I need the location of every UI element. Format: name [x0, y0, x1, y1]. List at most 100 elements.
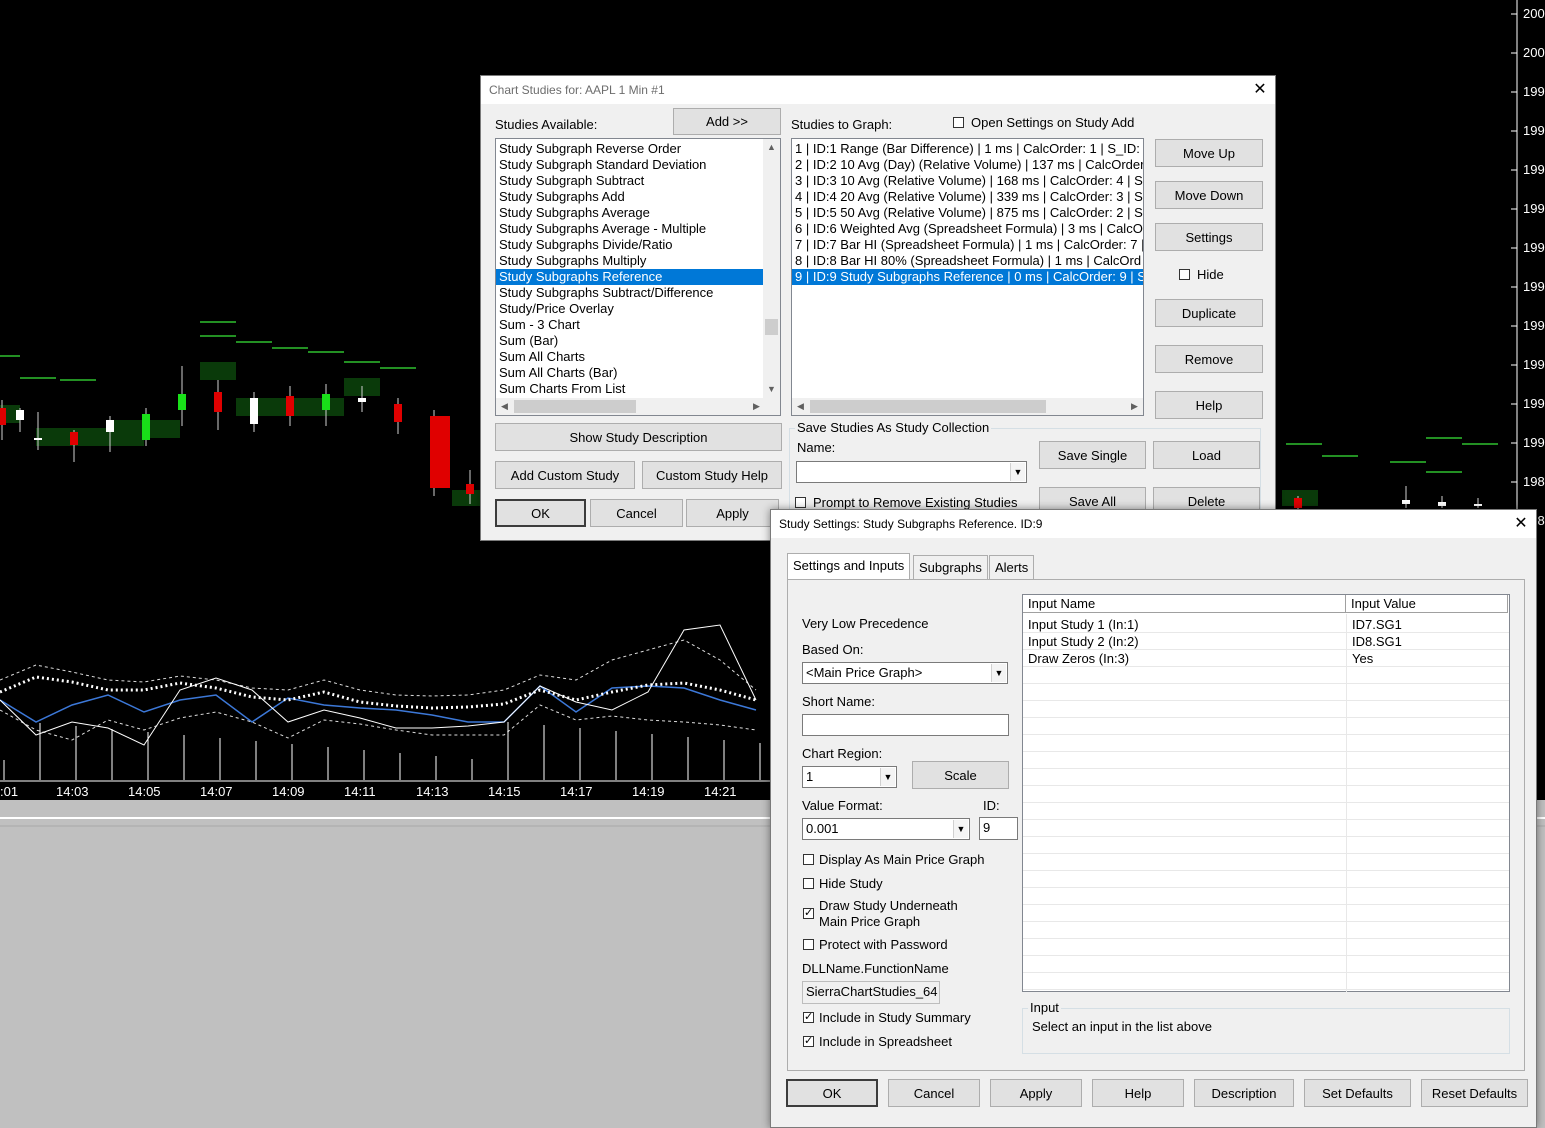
list-item[interactable]: Sum Charts From List — [496, 381, 764, 397]
help-button[interactable]: Help — [1155, 391, 1263, 419]
set-defaults-button[interactable]: Set Defaults — [1304, 1079, 1411, 1107]
display-as-main-checkbox[interactable] — [803, 854, 814, 865]
save-single-button[interactable]: Save Single — [1039, 441, 1146, 469]
dll-label: DLLName.FunctionName — [802, 961, 949, 976]
studies-to-graph-hscroll[interactable]: ◀ ▶ — [792, 398, 1143, 415]
list-item[interactable]: Study Subgraphs Reference — [496, 269, 764, 285]
chart-region-combo[interactable]: 1 ▼ — [802, 766, 897, 788]
settings-button[interactable]: Settings — [1155, 223, 1263, 251]
list-item[interactable]: 4 | ID:4 20 Avg (Relative Volume) | 339 … — [792, 189, 1143, 205]
list-item[interactable]: Study Subgraph Subtract — [496, 173, 764, 189]
collection-name-combo[interactable]: ▼ — [796, 461, 1027, 483]
list-item[interactable]: 6 | ID:6 Weighted Avg (Spreadsheet Formu… — [792, 221, 1143, 237]
include-summary-checkbox[interactable]: ✓ — [803, 1012, 814, 1023]
list-item[interactable]: Study Subgraphs Average — [496, 205, 764, 221]
scale-button[interactable]: Scale — [912, 761, 1009, 789]
scroll-up-icon[interactable]: ▲ — [763, 139, 780, 156]
apply-button[interactable]: Apply — [990, 1079, 1082, 1107]
list-item[interactable]: 8 | ID:8 Bar HI 80% (Spreadsheet Formula… — [792, 253, 1143, 269]
cancel-button[interactable]: Cancel — [590, 499, 683, 527]
list-item[interactable]: Study/Price Overlay — [496, 301, 764, 317]
move-up-button[interactable]: Move Up — [1155, 139, 1263, 167]
prompt-remove-label: Prompt to Remove Existing Studies — [813, 495, 1018, 510]
id-field[interactable]: 9 — [979, 817, 1018, 840]
column-header-input-value[interactable]: Input Value — [1346, 595, 1508, 613]
chevron-down-icon[interactable]: ▼ — [880, 768, 895, 786]
chevron-down-icon[interactable]: ▼ — [1010, 463, 1025, 481]
price-tick-label: 199 — [1523, 357, 1545, 372]
list-item[interactable]: Study Subgraph Reverse Order — [496, 141, 764, 157]
cancel-button[interactable]: Cancel — [888, 1079, 980, 1107]
input-name-cell[interactable]: Draw Zeros (In:3) — [1023, 650, 1345, 667]
list-item[interactable]: Sum All Charts (Bar) — [496, 365, 764, 381]
scrollbar-thumb[interactable] — [514, 400, 636, 413]
scrollbar-thumb[interactable] — [810, 400, 1046, 413]
tab-alerts[interactable]: Alerts — [989, 555, 1035, 581]
show-study-description-button[interactable]: Show Study Description — [495, 423, 782, 451]
studies-available-hscroll[interactable]: ◀ ▶ — [496, 398, 780, 415]
apply-button[interactable]: Apply — [686, 499, 779, 527]
list-item[interactable]: Sum (Bar) — [496, 333, 764, 349]
list-item[interactable]: 2 | ID:2 10 Avg (Day) (Relative Volume) … — [792, 157, 1143, 173]
hide-checkbox[interactable] — [1179, 269, 1190, 280]
input-value-cell[interactable]: Yes — [1347, 650, 1507, 667]
scroll-down-icon[interactable]: ▼ — [763, 381, 780, 398]
list-item[interactable]: 7 | ID:7 Bar HI (Spreadsheet Formula) | … — [792, 237, 1143, 253]
add-custom-study-button[interactable]: Add Custom Study — [495, 461, 635, 489]
short-name-field[interactable] — [802, 714, 1009, 736]
help-button[interactable]: Help — [1092, 1079, 1184, 1107]
open-settings-checkbox[interactable] — [953, 117, 964, 128]
list-item[interactable]: Study Subgraphs Add — [496, 189, 764, 205]
description-button[interactable]: Description — [1194, 1079, 1294, 1107]
list-item[interactable]: 3 | ID:3 10 Avg (Relative Volume) | 168 … — [792, 173, 1143, 189]
close-icon[interactable]: ✕ — [1514, 510, 1528, 538]
close-icon[interactable]: ✕ — [1253, 76, 1267, 104]
hide-study-label: Hide Study — [819, 876, 883, 891]
chevron-down-icon[interactable]: ▼ — [953, 820, 968, 838]
load-button[interactable]: Load — [1153, 441, 1260, 469]
hide-study-checkbox[interactable] — [803, 878, 814, 889]
list-item[interactable]: 5 | ID:5 50 Avg (Relative Volume) | 875 … — [792, 205, 1143, 221]
time-tick-label: 14:11 — [344, 784, 376, 799]
list-item[interactable]: Sum - 3 Chart — [496, 317, 764, 333]
protect-password-checkbox[interactable] — [803, 939, 814, 950]
studies-to-graph-list[interactable]: 1 | ID:1 Range (Bar Difference) | 1 ms |… — [791, 138, 1144, 416]
prompt-remove-checkbox[interactable] — [795, 497, 806, 508]
list-item[interactable]: Sum All Charts — [496, 349, 764, 365]
scroll-left-icon[interactable]: ◀ — [792, 398, 809, 415]
tab-settings-and-inputs[interactable]: Settings and Inputs — [787, 553, 911, 581]
list-item[interactable]: Study Subgraphs Multiply — [496, 253, 764, 269]
scroll-right-icon[interactable]: ▶ — [748, 398, 765, 415]
ok-button[interactable]: OK — [786, 1079, 878, 1107]
list-item[interactable]: Study Subgraphs Subtract/Difference — [496, 285, 764, 301]
scroll-left-icon[interactable]: ◀ — [496, 398, 513, 415]
scrollbar-thumb[interactable] — [765, 319, 778, 335]
ok-button[interactable]: OK — [495, 499, 586, 527]
chevron-down-icon[interactable]: ▼ — [991, 664, 1006, 682]
remove-button[interactable]: Remove — [1155, 345, 1263, 373]
include-spreadsheet-checkbox[interactable]: ✓ — [803, 1036, 814, 1047]
input-value-cell[interactable]: ID8.SG1 — [1347, 633, 1507, 650]
studies-available-vscroll[interactable]: ▲ ▼ — [763, 139, 780, 398]
list-item[interactable]: Study Subgraphs Average - Multiple — [496, 221, 764, 237]
list-item[interactable]: 9 | ID:9 Study Subgraphs Reference | 0 m… — [792, 269, 1143, 285]
reset-defaults-button[interactable]: Reset Defaults — [1421, 1079, 1528, 1107]
tab-subgraphs[interactable]: Subgraphs — [913, 555, 988, 581]
custom-study-help-button[interactable]: Custom Study Help — [642, 461, 782, 489]
duplicate-button[interactable]: Duplicate — [1155, 299, 1263, 327]
based-on-combo[interactable]: <Main Price Graph> ▼ — [802, 662, 1008, 684]
inputs-grid[interactable]: Input Name Input Value Input Study 1 (In… — [1022, 594, 1510, 992]
input-value-cell[interactable]: ID7.SG1 — [1347, 616, 1507, 633]
list-item[interactable]: 1 | ID:1 Range (Bar Difference) | 1 ms |… — [792, 141, 1143, 157]
input-name-cell[interactable]: Input Study 2 (In:2) — [1023, 633, 1345, 650]
studies-available-list[interactable]: Study Subgraph Reverse Order Study Subgra… — [495, 138, 781, 416]
list-item[interactable]: Study Subgraphs Divide/Ratio — [496, 237, 764, 253]
value-format-combo[interactable]: 0.001 ▼ — [802, 818, 970, 840]
input-name-cell[interactable]: Input Study 1 (In:1) — [1023, 616, 1345, 633]
column-header-input-name[interactable]: Input Name — [1023, 595, 1346, 613]
scroll-right-icon[interactable]: ▶ — [1126, 398, 1143, 415]
add-study-button[interactable]: Add >> — [673, 108, 781, 135]
move-down-button[interactable]: Move Down — [1155, 181, 1263, 209]
list-item[interactable]: Study Subgraph Standard Deviation — [496, 157, 764, 173]
draw-underneath-checkbox[interactable]: ✓ — [803, 908, 814, 919]
